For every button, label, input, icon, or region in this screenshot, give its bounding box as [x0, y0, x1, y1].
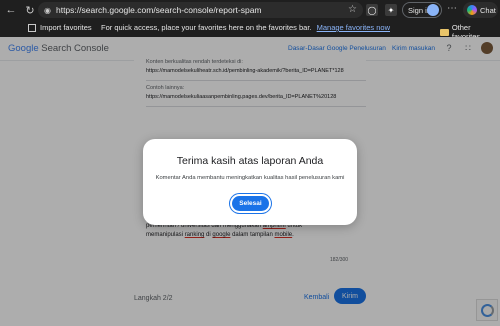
dialog-message: Komentar Anda membantu meningkatkan kual…	[155, 175, 345, 181]
url-text: https://search.google.com/search-console…	[55, 5, 262, 15]
favorites-bar: Import favorites For quick access, place…	[0, 20, 500, 41]
favorites-message: For quick access, place your favorites h…	[101, 23, 390, 32]
import-favorites-button[interactable]: Import favorites	[28, 23, 92, 32]
folder-icon	[440, 28, 449, 36]
import-icon	[28, 23, 36, 32]
dialog-title: Terima kasih atas laporan Anda	[176, 155, 324, 167]
favorites-message-text: For quick access, place your favorites h…	[101, 23, 312, 32]
sign-in-button[interactable]: Sign in	[402, 2, 442, 18]
profile-avatar	[427, 4, 439, 16]
confirmation-dialog: Terima kasih atas laporan Anda Komentar …	[143, 139, 357, 225]
import-favorites-label: Import favorites	[40, 23, 92, 32]
manage-favorites-link[interactable]: Manage favorites now	[317, 23, 390, 32]
favorite-star-icon[interactable]: ☆	[348, 4, 357, 15]
address-bar[interactable]: ◉ https://search.google.com/search-conso…	[38, 2, 363, 18]
reload-icon[interactable]: ↻	[22, 2, 38, 18]
extensions-icon[interactable]: ✦	[385, 4, 397, 16]
browser-toolbar: ← ↻ ◉ https://search.google.com/search-c…	[0, 0, 500, 20]
done-button[interactable]: Selesai	[232, 196, 269, 211]
page-viewport: Google Search Console Dasar-Dasar Google…	[0, 37, 500, 326]
chat-button[interactable]: Chat	[463, 2, 498, 18]
chat-label: Chat	[480, 5, 496, 15]
shield-extension-icon[interactable]: ◯	[366, 4, 378, 16]
more-options-icon[interactable]: ⋯	[447, 3, 457, 14]
back-icon[interactable]: ←	[3, 2, 19, 18]
copilot-icon	[467, 5, 477, 15]
lock-icon: ◉	[44, 5, 51, 15]
